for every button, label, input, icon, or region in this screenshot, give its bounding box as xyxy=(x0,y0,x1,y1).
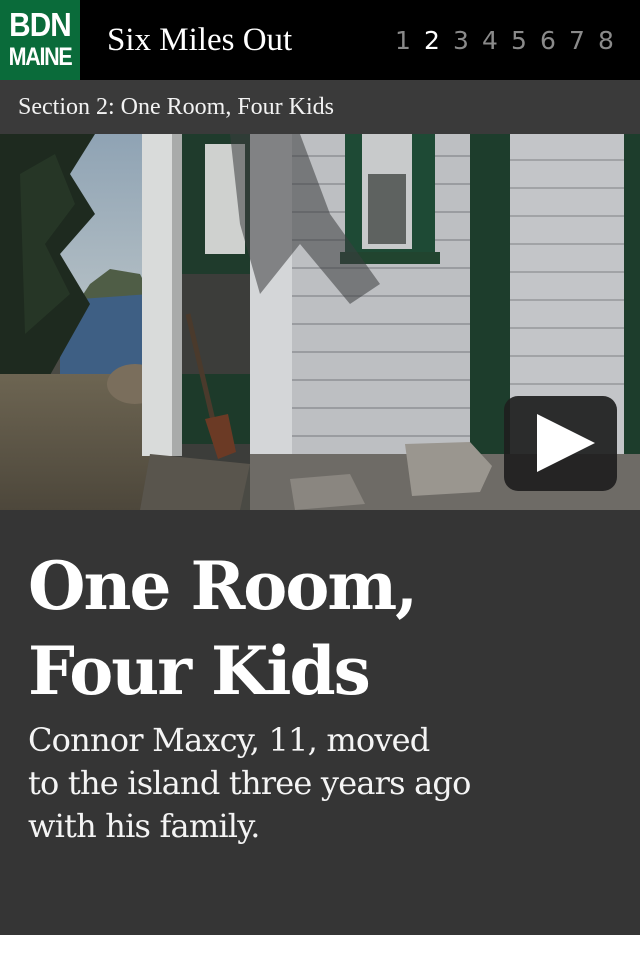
site-title[interactable]: Six Miles Out xyxy=(107,20,292,60)
page-link-2[interactable]: 2 xyxy=(422,24,442,58)
page-link-3[interactable]: 3 xyxy=(451,24,471,58)
page-navigation: 1 2 3 4 5 6 7 8 xyxy=(393,24,616,58)
page-link-1[interactable]: 1 xyxy=(393,24,413,58)
logo-line-1: BDN xyxy=(9,6,72,43)
story-intro: One Room, Four Kids Connor Maxcy, 11, mo… xyxy=(0,510,640,935)
page-link-8[interactable]: 8 xyxy=(596,24,616,58)
page-link-6[interactable]: 6 xyxy=(538,24,558,58)
page-link-5[interactable]: 5 xyxy=(509,24,529,58)
page-link-7[interactable]: 7 xyxy=(567,24,587,58)
story-title-line-2: Four Kids xyxy=(28,632,371,710)
play-button[interactable] xyxy=(504,396,617,491)
section-label: Section 2: One Room, Four Kids xyxy=(18,94,334,120)
bdn-maine-logo[interactable]: BDN MAINE xyxy=(0,0,80,80)
story-dek-line-3: with his family. xyxy=(28,807,260,845)
schoolhouse-video-poster[interactable] xyxy=(0,134,640,510)
page-bottom-strip xyxy=(0,935,640,961)
section-bar: Section 2: One Room, Four Kids xyxy=(0,80,640,134)
story-dek-line-2: to the island three years ago xyxy=(28,764,471,802)
logo-line-2: MAINE xyxy=(8,43,73,71)
story-dek: Connor Maxcy, 11, moved to the island th… xyxy=(28,719,498,848)
story-dek-line-1: Connor Maxcy, 11, moved xyxy=(28,721,430,759)
play-icon xyxy=(537,414,595,472)
story-title: One Room, Four Kids xyxy=(28,544,588,714)
top-bar: BDN MAINE Six Miles Out 1 2 3 4 5 6 7 8 xyxy=(0,0,640,80)
page-link-4[interactable]: 4 xyxy=(480,24,500,58)
story-title-line-1: One Room, xyxy=(28,547,418,625)
